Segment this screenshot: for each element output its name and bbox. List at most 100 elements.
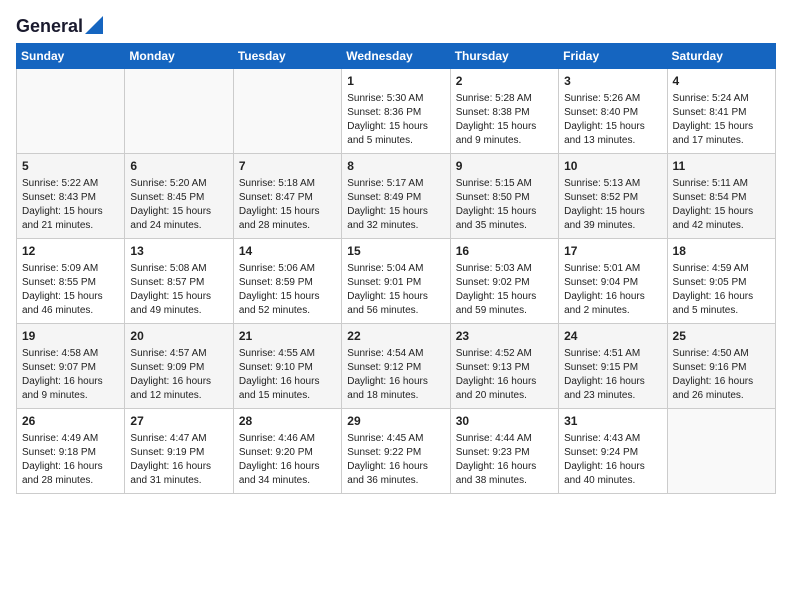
- day-number: 30: [456, 413, 553, 430]
- calendar-week-3: 12Sunrise: 5:09 AMSunset: 8:55 PMDayligh…: [17, 239, 776, 324]
- day-info: Sunset: 9:05 PM: [673, 276, 770, 290]
- day-info: Sunset: 8:45 PM: [130, 191, 227, 205]
- logo-general: General: [16, 16, 83, 37]
- calendar-cell: 19Sunrise: 4:58 AMSunset: 9:07 PMDayligh…: [17, 324, 125, 409]
- day-info: Daylight: 15 hours: [347, 290, 444, 304]
- calendar-cell: 22Sunrise: 4:54 AMSunset: 9:12 PMDayligh…: [342, 324, 450, 409]
- calendar-week-2: 5Sunrise: 5:22 AMSunset: 8:43 PMDaylight…: [17, 154, 776, 239]
- day-info: Sunset: 8:50 PM: [456, 191, 553, 205]
- day-info: Daylight: 15 hours: [564, 205, 661, 219]
- calendar-cell: 9Sunrise: 5:15 AMSunset: 8:50 PMDaylight…: [450, 154, 558, 239]
- day-number: 23: [456, 328, 553, 345]
- day-info: Daylight: 16 hours: [130, 460, 227, 474]
- day-info: and 34 minutes.: [239, 474, 336, 488]
- day-number: 11: [673, 158, 770, 175]
- day-info: Daylight: 16 hours: [673, 290, 770, 304]
- day-info: Sunrise: 5:28 AM: [456, 92, 553, 106]
- day-info: Sunset: 9:04 PM: [564, 276, 661, 290]
- calendar-cell: 28Sunrise: 4:46 AMSunset: 9:20 PMDayligh…: [233, 409, 341, 494]
- calendar-cell: 11Sunrise: 5:11 AMSunset: 8:54 PMDayligh…: [667, 154, 775, 239]
- day-number: 7: [239, 158, 336, 175]
- day-info: Daylight: 16 hours: [564, 375, 661, 389]
- calendar-cell: 27Sunrise: 4:47 AMSunset: 9:19 PMDayligh…: [125, 409, 233, 494]
- day-info: Daylight: 15 hours: [22, 205, 119, 219]
- day-number: 16: [456, 243, 553, 260]
- calendar-cell: [17, 69, 125, 154]
- day-number: 17: [564, 243, 661, 260]
- day-info: Sunrise: 5:03 AM: [456, 262, 553, 276]
- day-number: 14: [239, 243, 336, 260]
- day-info: Sunset: 8:54 PM: [673, 191, 770, 205]
- day-info: Sunrise: 4:47 AM: [130, 432, 227, 446]
- calendar-cell: 23Sunrise: 4:52 AMSunset: 9:13 PMDayligh…: [450, 324, 558, 409]
- day-info: Daylight: 15 hours: [347, 205, 444, 219]
- day-info: Sunset: 8:57 PM: [130, 276, 227, 290]
- calendar-cell: 14 Sunrise: 5:06 AMSunset: 8:59 PMDayligh…: [233, 239, 341, 324]
- day-info: Sunset: 8:49 PM: [347, 191, 444, 205]
- day-number: 6: [130, 158, 227, 175]
- day-info: and 9 minutes.: [456, 134, 553, 148]
- calendar-cell: [667, 409, 775, 494]
- calendar-cell: 25Sunrise: 4:50 AMSunset: 9:16 PMDayligh…: [667, 324, 775, 409]
- day-info: and 35 minutes.: [456, 219, 553, 233]
- day-info: Sunrise: 5:13 AM: [564, 177, 661, 191]
- day-info: Sunrise: 5:06 AM: [239, 262, 336, 276]
- day-info: and 9 minutes.: [22, 389, 119, 403]
- day-info: and 59 minutes.: [456, 304, 553, 318]
- day-info: and 26 minutes.: [673, 389, 770, 403]
- day-info: Sunset: 9:12 PM: [347, 361, 444, 375]
- calendar-cell: [125, 69, 233, 154]
- day-info: Daylight: 16 hours: [564, 290, 661, 304]
- day-number: 10: [564, 158, 661, 175]
- day-number: 5: [22, 158, 119, 175]
- calendar-cell: [233, 69, 341, 154]
- day-number: 12: [22, 243, 119, 260]
- weekday-header-tuesday: Tuesday: [233, 44, 341, 69]
- calendar-header-row: SundayMondayTuesdayWednesdayThursdayFrid…: [17, 44, 776, 69]
- page-header: General: [16, 16, 776, 35]
- day-info: Sunset: 8:59 PM: [239, 276, 336, 290]
- day-info: and 2 minutes.: [564, 304, 661, 318]
- day-info: Sunrise: 4:50 AM: [673, 347, 770, 361]
- day-number: 29: [347, 413, 444, 430]
- day-info: and 5 minutes.: [673, 304, 770, 318]
- day-info: Sunrise: 4:55 AM: [239, 347, 336, 361]
- day-info: and 32 minutes.: [347, 219, 444, 233]
- calendar-cell: 31Sunrise: 4:43 AMSunset: 9:24 PMDayligh…: [559, 409, 667, 494]
- calendar-week-4: 19Sunrise: 4:58 AMSunset: 9:07 PMDayligh…: [17, 324, 776, 409]
- day-info: and 38 minutes.: [456, 474, 553, 488]
- day-info: Sunrise: 5:20 AM: [130, 177, 227, 191]
- day-info: and 17 minutes.: [673, 134, 770, 148]
- day-info: Sunset: 8:47 PM: [239, 191, 336, 205]
- day-info: Sunrise: 4:44 AM: [456, 432, 553, 446]
- day-info: Sunset: 9:23 PM: [456, 446, 553, 460]
- calendar-cell: 20Sunrise: 4:57 AMSunset: 9:09 PMDayligh…: [125, 324, 233, 409]
- day-info: Sunrise: 4:54 AM: [347, 347, 444, 361]
- day-info: Sunrise: 4:49 AM: [22, 432, 119, 446]
- day-info: and 13 minutes.: [564, 134, 661, 148]
- day-info: and 12 minutes.: [130, 389, 227, 403]
- day-info: Sunrise: 5:01 AM: [564, 262, 661, 276]
- day-info: Sunrise: 5:22 AM: [22, 177, 119, 191]
- day-info: Daylight: 15 hours: [456, 205, 553, 219]
- day-info: and 18 minutes.: [347, 389, 444, 403]
- day-info: Sunrise: 5:24 AM: [673, 92, 770, 106]
- day-info: Daylight: 16 hours: [130, 375, 227, 389]
- day-info: Daylight: 15 hours: [673, 120, 770, 134]
- day-info: and 20 minutes.: [456, 389, 553, 403]
- day-info: Sunrise: 5:30 AM: [347, 92, 444, 106]
- day-info: Sunset: 8:41 PM: [673, 106, 770, 120]
- day-info: and 46 minutes.: [22, 304, 119, 318]
- weekday-header-thursday: Thursday: [450, 44, 558, 69]
- day-info: and 28 minutes.: [239, 219, 336, 233]
- day-info: and 42 minutes.: [673, 219, 770, 233]
- day-info: Daylight: 15 hours: [239, 290, 336, 304]
- day-info: Sunset: 8:55 PM: [22, 276, 119, 290]
- day-info: and 56 minutes.: [347, 304, 444, 318]
- day-info: Daylight: 15 hours: [347, 120, 444, 134]
- day-info: Daylight: 16 hours: [239, 375, 336, 389]
- day-number: 26: [22, 413, 119, 430]
- day-info: Sunset: 9:18 PM: [22, 446, 119, 460]
- day-number: 27: [130, 413, 227, 430]
- day-info: Daylight: 15 hours: [564, 120, 661, 134]
